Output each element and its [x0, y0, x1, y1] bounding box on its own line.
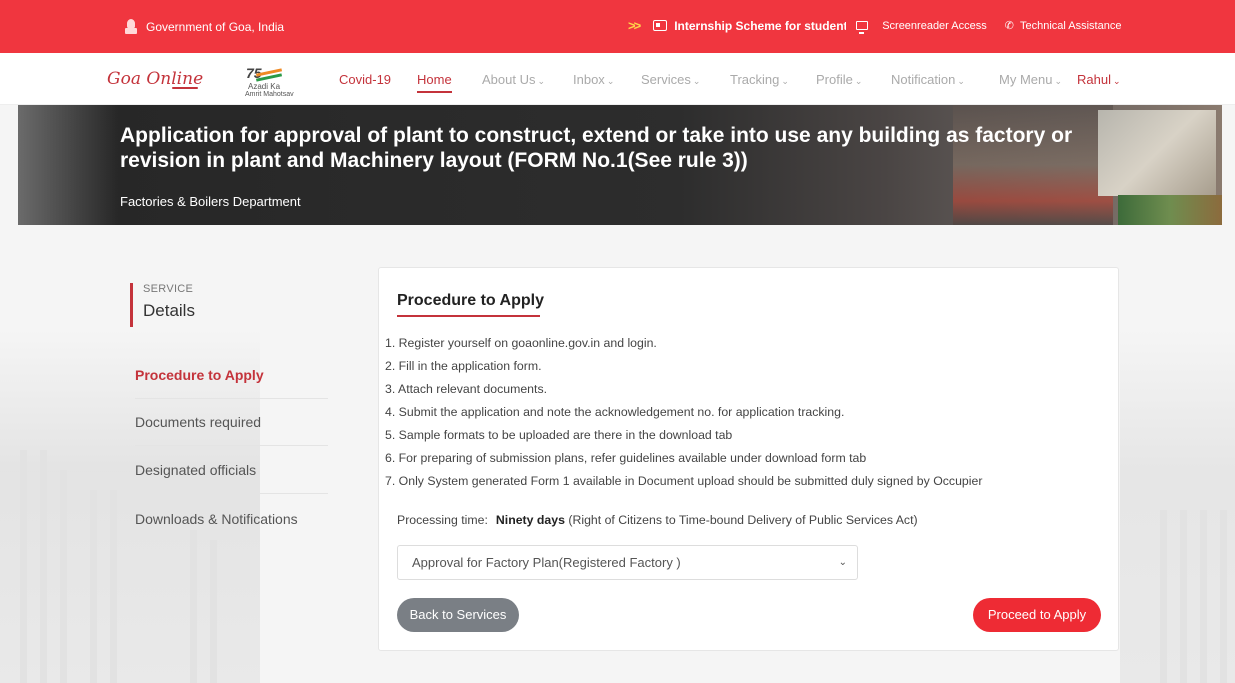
- nav-my-menu[interactable]: My Menu ⌄: [999, 72, 1062, 87]
- step-item: 2. Fill in the application form.: [385, 359, 542, 373]
- azadi-line1: Azadi Ka: [248, 82, 281, 91]
- top-links: >> Internship Scheme for students Screen…: [628, 18, 1122, 34]
- emblem-icon: [124, 19, 138, 35]
- nav-inbox[interactable]: Inbox ⌄: [573, 72, 614, 87]
- banner-photo-field: [1118, 195, 1222, 225]
- nav-notification-label: Notification: [891, 72, 956, 87]
- nav-covid[interactable]: Covid-19: [339, 72, 391, 87]
- chevron-down-icon: ⌄: [1054, 76, 1063, 86]
- chevron-down-icon: ⌄: [957, 76, 965, 86]
- sidebar-item-downloads[interactable]: Downloads & Notifications: [135, 495, 328, 543]
- nav-user-menu[interactable]: Rahul ⌄: [1077, 72, 1121, 87]
- nav-inbox-label: Inbox: [573, 72, 605, 87]
- nav-services-label: Services: [641, 72, 691, 87]
- nav-user-label: Rahul: [1077, 72, 1111, 87]
- banner-fade: [18, 105, 118, 225]
- nav-profile[interactable]: Profile ⌄: [816, 72, 862, 87]
- step-item: 5. Sample formats to be uploaded are the…: [385, 428, 733, 442]
- back-to-services-button[interactable]: Back to Services: [397, 598, 519, 632]
- azadi-line2: Amrit Mahotsav: [245, 91, 294, 98]
- government-text: Government of Goa, India: [146, 20, 285, 34]
- processing-value: Ninety days: [495, 513, 565, 527]
- sidebar-heading-big: Details: [143, 301, 195, 320]
- proceed-to-apply-button[interactable]: Proceed to Apply: [973, 598, 1101, 632]
- chevron-down-icon: ⌄: [537, 76, 546, 86]
- sidebar-item-documents[interactable]: Documents required: [135, 398, 328, 446]
- monitor-icon: [856, 21, 869, 34]
- chevron-down-icon: ⌄: [838, 557, 847, 568]
- sidebar-item-procedure[interactable]: Procedure to Apply: [135, 351, 328, 399]
- goa-online-logo[interactable]: Goa Online: [107, 69, 203, 89]
- nav-tracking[interactable]: Tracking ⌄: [730, 72, 789, 87]
- nav-tracking-label: Tracking: [730, 72, 780, 87]
- processing-note: (Right of Citizens to Time-bound Deliver…: [568, 513, 918, 527]
- chevron-down-icon: ⌄: [692, 76, 701, 86]
- step-item: 3. Attach relevant documents.: [385, 382, 548, 396]
- internship-marquee[interactable]: Internship Scheme for students: [674, 19, 846, 33]
- processing-label: Processing time:: [397, 513, 488, 527]
- background-architecture-right: [1120, 330, 1235, 683]
- procedure-steps: 1. Register yourself on goaonline.gov.in…: [385, 332, 982, 493]
- step-item: 4. Submit the application and note the a…: [385, 405, 845, 419]
- step-item: 1. Register yourself on goaonline.gov.in…: [385, 336, 657, 350]
- top-bar: Government of Goa, India >> Internship S…: [0, 0, 1235, 53]
- nav-mymenu-label: My Menu: [999, 72, 1053, 87]
- sidebar-heading-small: SERVICE: [143, 283, 194, 295]
- department-name: Factories & Boilers Department: [120, 194, 301, 209]
- chevron-down-icon: ⌄: [1112, 76, 1121, 86]
- nav-notification[interactable]: Notification ⌄: [891, 72, 965, 87]
- azadi-ka-amrit-mahotsav-logo: 75 Azadi Ka Amrit Mahotsav: [244, 65, 306, 99]
- technical-assistance-link[interactable]: Technical Assistance: [1020, 20, 1122, 32]
- card-title: Procedure to Apply: [397, 292, 544, 309]
- title-underline: [397, 315, 540, 317]
- nav-about-label: About Us: [482, 72, 536, 87]
- processing-time: Processing time: Ninety days (Right of Ci…: [397, 513, 918, 527]
- page-title: Application for approval of plant to con…: [120, 124, 1073, 172]
- step-item: 6. For preparing of submission plans, re…: [385, 451, 867, 465]
- procedure-card: Procedure to Apply 1. Register yourself …: [378, 267, 1119, 651]
- nav-services[interactable]: Services ⌄: [641, 72, 700, 87]
- service-banner: Application for approval of plant to con…: [18, 105, 1222, 225]
- application-type-select[interactable]: Approval for Factory Plan(Registered Fac…: [397, 545, 858, 580]
- sidebar-item-officials[interactable]: Designated officials: [135, 446, 328, 494]
- main-navbar: Goa Online 75 Azadi Ka Amrit Mahotsav Co…: [0, 53, 1235, 105]
- double-chevron-icon: >>: [628, 18, 641, 33]
- screenreader-link[interactable]: Screenreader Access: [882, 20, 987, 32]
- chevron-down-icon: ⌄: [854, 76, 863, 86]
- phone-icon: ✆: [1004, 20, 1014, 32]
- government-label: Government of Goa, India: [124, 19, 284, 35]
- chevron-down-icon: ⌄: [606, 76, 615, 86]
- sidebar-heading: SERVICE Details: [130, 283, 195, 327]
- nav-home[interactable]: Home: [417, 72, 452, 93]
- select-value: Approval for Factory Plan(Registered Fac…: [412, 555, 681, 570]
- nav-profile-label: Profile: [816, 72, 853, 87]
- logo-underline: [172, 87, 198, 89]
- chevron-down-icon: ⌄: [781, 76, 789, 86]
- nav-about-us[interactable]: About Us ⌄: [482, 72, 545, 87]
- step-item: 7. Only System generated Form 1 availabl…: [385, 474, 983, 488]
- id-card-icon: [653, 20, 668, 31]
